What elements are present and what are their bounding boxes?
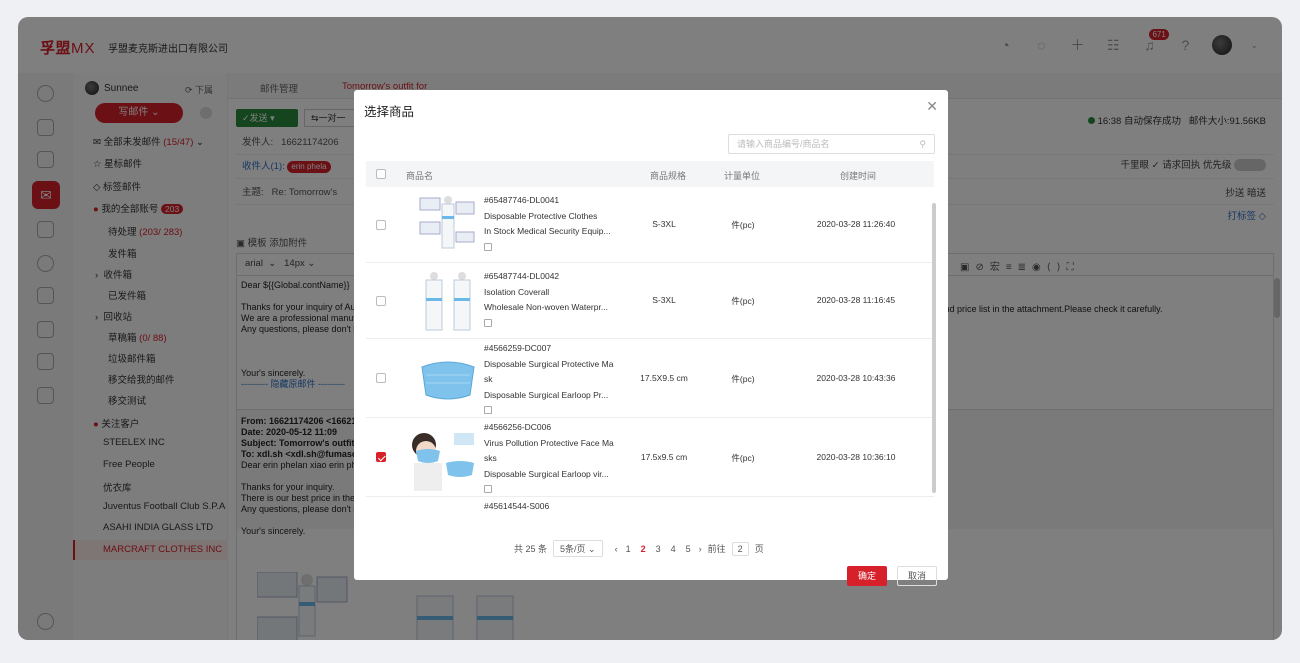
row-checkbox[interactable]: [376, 220, 386, 230]
row-checkbox[interactable]: [376, 452, 386, 462]
cube-icon: [484, 318, 492, 327]
select-product-dialog: 选择商品 ✕ 请输入商品编号/商品名 ⚲ 商品名 商品规格 计量单位 创建时间: [354, 90, 948, 586]
page-4[interactable]: 4: [669, 544, 678, 554]
next-page-button[interactable]: ›: [699, 544, 702, 554]
page-5[interactable]: 5: [684, 544, 693, 554]
confirm-button[interactable]: 确定: [847, 566, 887, 586]
table-header: 商品名 商品规格 计量单位 创建时间: [366, 161, 934, 187]
cube-icon: [484, 406, 492, 414]
select-all-checkbox[interactable]: [376, 169, 386, 179]
prev-page-button[interactable]: ‹: [615, 544, 618, 554]
pagination: 共 25 条 5条/页 ⌄ ‹ 1 2 3 4 5 › 前往 2 页: [514, 540, 764, 557]
product-image: [425, 272, 471, 331]
table-row[interactable]: #4566256-DC006 Virus Pollution Protectiv…: [366, 418, 934, 497]
table-scrollbar[interactable]: [932, 203, 936, 493]
product-image: [419, 196, 475, 249]
cube-icon: [484, 242, 492, 251]
dialog-title: 选择商品: [364, 105, 415, 119]
page-size-select[interactable]: 5条/页 ⌄: [553, 540, 603, 557]
table-row[interactable]: #45614544-S006: [366, 497, 934, 517]
table-row[interactable]: #65487746-DL0041 Disposable Protective C…: [366, 187, 934, 263]
product-image: [412, 433, 474, 491]
page-1[interactable]: 1: [624, 544, 633, 554]
goto-page-input[interactable]: 2: [731, 541, 749, 556]
close-icon[interactable]: ✕: [926, 98, 938, 115]
product-image: [421, 361, 475, 400]
table-row[interactable]: #65487744-DL0042 Isolation Coverall Whol…: [366, 263, 934, 339]
search-icon[interactable]: ⚲: [919, 135, 926, 153]
product-search-input[interactable]: 请输入商品编号/商品名 ⚲: [728, 134, 935, 154]
cube-icon: [484, 485, 492, 493]
app-window: 孚盟MX 孚盟麦克斯进出口有限公司 ◔ ◌ ＋ ☷ ♫671 ? ⌄ ✉ Sun…: [18, 17, 1282, 640]
product-table: #65487746-DL0041 Disposable Protective C…: [366, 187, 934, 517]
page-2[interactable]: 2: [639, 544, 648, 554]
page-3[interactable]: 3: [654, 544, 663, 554]
row-checkbox[interactable]: [376, 296, 386, 306]
row-checkbox[interactable]: [376, 373, 386, 383]
cancel-button[interactable]: 取消: [897, 566, 937, 586]
table-row[interactable]: #4566259-DC007 Disposable Surgical Prote…: [366, 339, 934, 418]
